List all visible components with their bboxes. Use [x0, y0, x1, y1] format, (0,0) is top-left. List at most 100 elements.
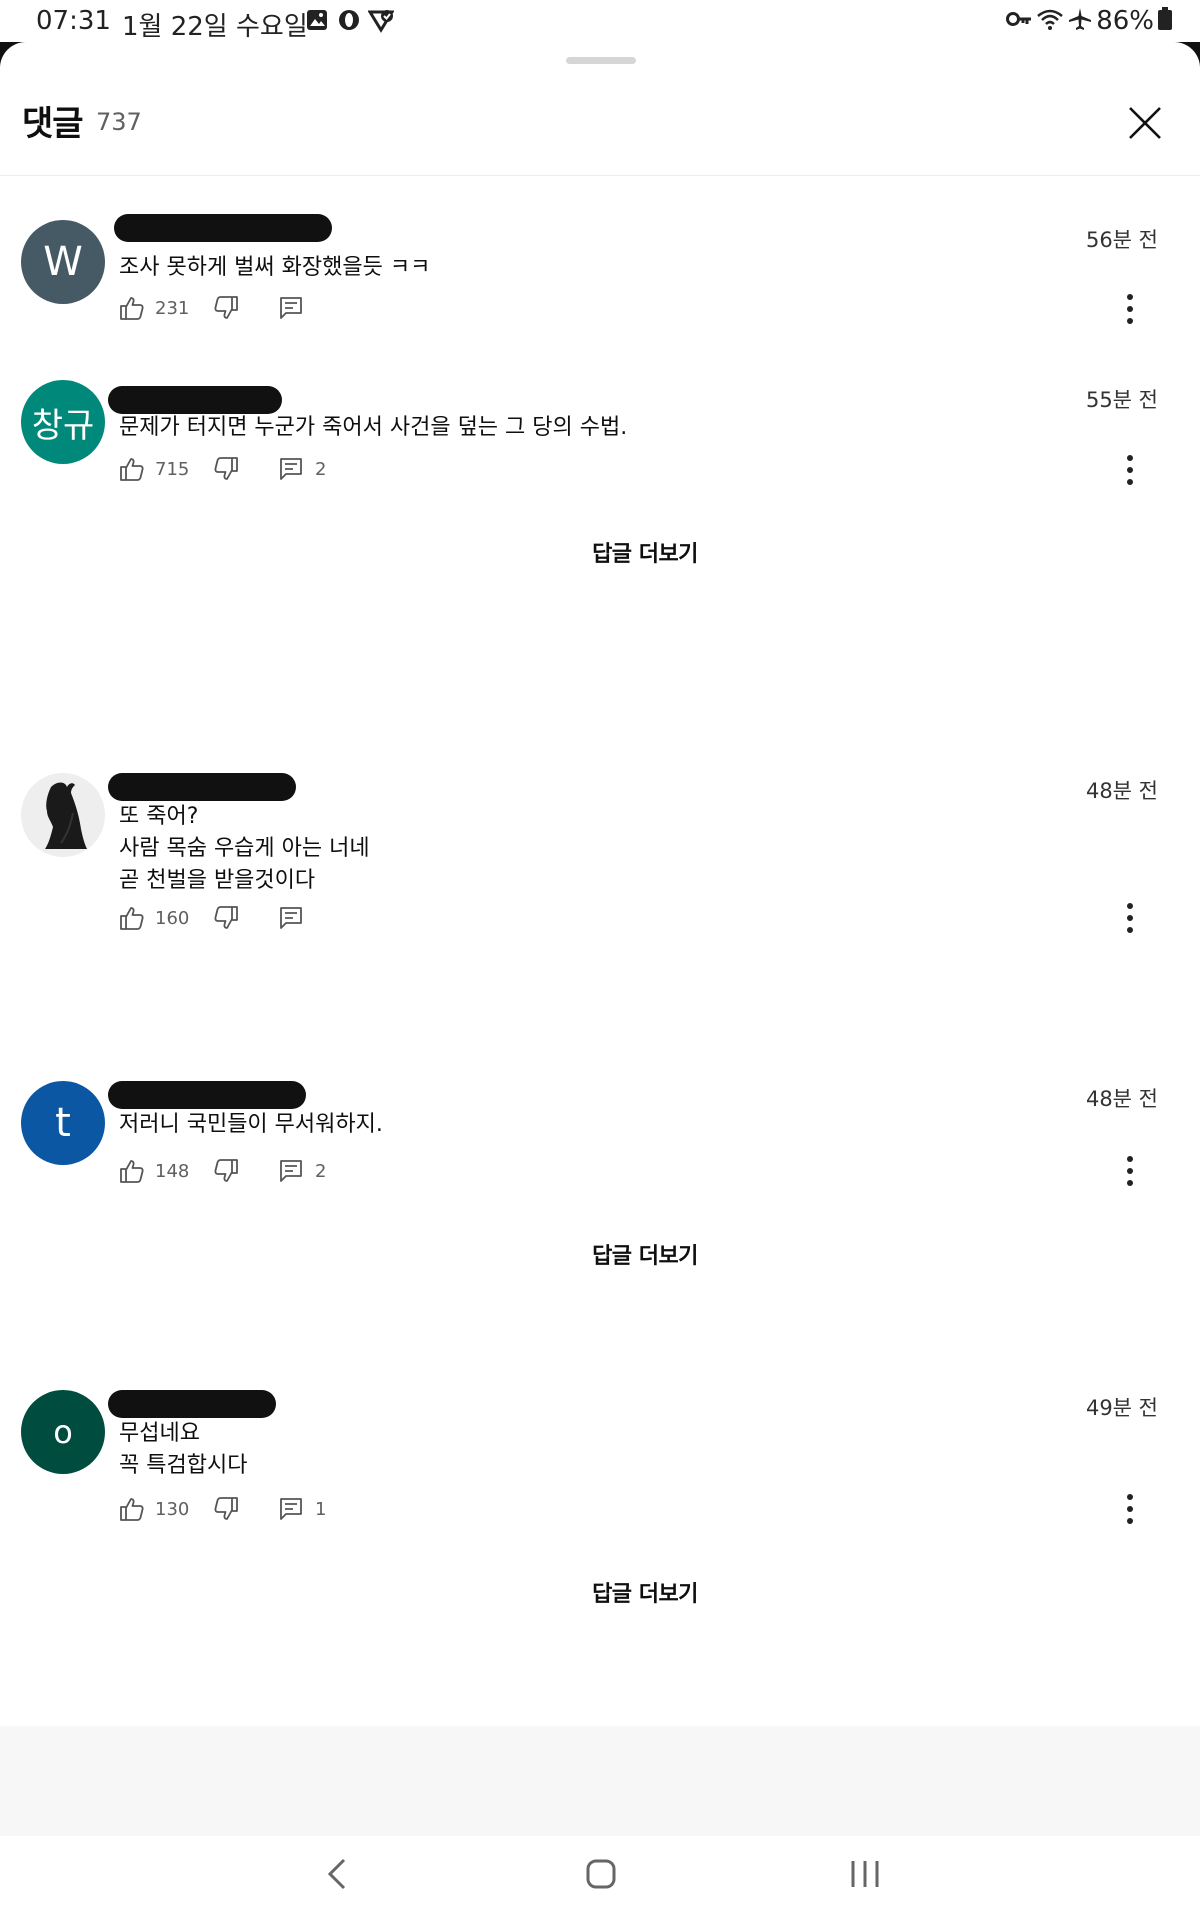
like-button[interactable]: 160	[119, 905, 201, 931]
comment-time: 55분 전	[1085, 388, 1158, 412]
more-vert-icon	[1127, 1494, 1133, 1500]
more-vert-dot	[1127, 479, 1133, 485]
sheet-header: 댓글 737	[0, 42, 1200, 176]
author-name-redacted[interactable]	[108, 386, 282, 414]
more-replies-button[interactable]: 답글 더보기	[560, 1238, 730, 1270]
key-icon	[1006, 10, 1032, 32]
comment-actions: 148 2	[119, 1154, 326, 1188]
comment-count: 737	[96, 108, 142, 136]
author-name-redacted[interactable]	[114, 214, 332, 242]
more-vert-dot	[1127, 318, 1133, 324]
like-button[interactable]: 148	[119, 1158, 201, 1184]
bottom-blank-area	[0, 1726, 1200, 1836]
author-name-redacted[interactable]	[108, 1081, 306, 1109]
dislike-button[interactable]	[213, 295, 239, 321]
more-replies-button[interactable]: 답글 더보기	[560, 1576, 730, 1608]
reply-button[interactable]	[279, 296, 315, 320]
avatar[interactable]: 창규	[21, 380, 105, 464]
nav-recents-button[interactable]	[848, 1857, 882, 1891]
dislike-button[interactable]	[213, 905, 239, 931]
dislike-button[interactable]	[213, 1158, 239, 1184]
comment-text: 조사 못하게 벌써 화장했을듯 ㅋㅋ	[119, 255, 431, 280]
close-button[interactable]	[1118, 96, 1172, 150]
thumbs-down-icon	[214, 1497, 238, 1520]
thumbs-up-icon	[120, 1160, 144, 1183]
like-button[interactable]: 231	[119, 295, 201, 321]
more-vert-dot	[1127, 1506, 1133, 1512]
reply-button[interactable]	[279, 906, 315, 930]
more-options-button[interactable]	[1112, 1486, 1148, 1532]
author-name-redacted[interactable]	[108, 773, 296, 801]
author-name-redacted[interactable]	[108, 1390, 276, 1418]
status-time: 07:31	[36, 6, 111, 36]
avatar[interactable]: o	[21, 1390, 105, 1474]
like-count: 715	[155, 458, 190, 480]
more-vert-icon	[1127, 455, 1133, 461]
home-icon	[586, 1859, 616, 1889]
reply-button[interactable]: 1	[279, 1497, 326, 1521]
reply-count: 1	[315, 1498, 327, 1520]
more-vert-dot	[1127, 1518, 1133, 1524]
comment-time: 48분 전	[1085, 779, 1158, 803]
status-date: 1월 22일 수요일	[122, 12, 308, 42]
more-options-button[interactable]	[1112, 1148, 1148, 1194]
back-icon	[327, 1858, 346, 1890]
like-count: 148	[155, 1160, 190, 1182]
recents-icon	[851, 1861, 879, 1887]
wifi-icon	[1036, 7, 1064, 35]
like-button[interactable]: 130	[119, 1496, 201, 1522]
comment-actions: 231	[119, 291, 315, 325]
avatar[interactable]: W	[21, 220, 105, 304]
more-replies-button[interactable]: 답글 더보기	[560, 536, 730, 568]
thumbs-down-icon	[214, 906, 238, 929]
airplane-mode-icon	[1068, 7, 1092, 35]
dislike-button[interactable]	[213, 456, 239, 482]
nav-home-button[interactable]	[584, 1857, 618, 1891]
thumbs-up-icon	[120, 297, 144, 320]
system-nav-bar	[0, 1837, 1200, 1920]
reply-count: 2	[315, 1160, 327, 1182]
status-bar: 07:31 1월 22일 수요일 86%	[0, 0, 1200, 42]
avatar-letter: 창규	[31, 405, 95, 446]
panel-title: 댓글	[22, 104, 84, 144]
thumbs-down-icon	[214, 296, 238, 319]
thumbs-up-icon	[120, 907, 144, 930]
comment-time: 49분 전	[1085, 1396, 1158, 1420]
more-vert-dot	[1127, 306, 1133, 312]
like-count: 231	[155, 297, 190, 319]
more-vert-dot	[1127, 915, 1133, 921]
thumbs-down-icon	[214, 457, 238, 480]
reply-icon	[280, 297, 302, 319]
reply-icon	[280, 458, 302, 480]
more-vert-dot	[1127, 927, 1133, 933]
comment-time: 48분 전	[1085, 1087, 1158, 1111]
more-options-button[interactable]	[1112, 447, 1148, 493]
gallery-notification-icon	[306, 9, 328, 35]
comments-sheet: 댓글 737 W 56분 전 조사 못하게 벌써 화장했을듯 ㅋㅋ 231 창규…	[0, 42, 1200, 1837]
more-vert-dot	[1127, 467, 1133, 473]
more-vert-dot	[1127, 1168, 1133, 1174]
vpn-shield-icon	[367, 9, 395, 37]
more-vert-icon	[1127, 903, 1133, 909]
thumbs-up-icon	[120, 1498, 144, 1521]
avatar-letter: W	[43, 239, 83, 285]
battery-percent: 86%	[1096, 6, 1154, 36]
like-button[interactable]: 715	[119, 456, 201, 482]
status-right-group: 86%	[1006, 6, 1172, 36]
o-notification-icon	[338, 9, 360, 35]
comment-text: 저러니 국민들이 무서워하지.	[119, 1112, 383, 1137]
avatar[interactable]	[21, 773, 105, 857]
more-vert-icon	[1127, 1156, 1133, 1162]
reply-button[interactable]: 2	[279, 1159, 326, 1183]
reply-icon	[280, 1160, 302, 1182]
comment-text: 문제가 터지면 누군가 죽어서 사건을 덮는 그 당의 수법.	[119, 415, 628, 440]
reply-icon	[280, 907, 302, 929]
dislike-button[interactable]	[213, 1496, 239, 1522]
avatar[interactable]: t	[21, 1081, 105, 1165]
reply-button[interactable]: 2	[279, 457, 326, 481]
close-icon	[1129, 107, 1161, 139]
more-options-button[interactable]	[1112, 286, 1148, 332]
nav-back-button[interactable]	[322, 1857, 352, 1891]
more-vert-icon	[1127, 294, 1133, 300]
more-options-button[interactable]	[1112, 895, 1148, 941]
